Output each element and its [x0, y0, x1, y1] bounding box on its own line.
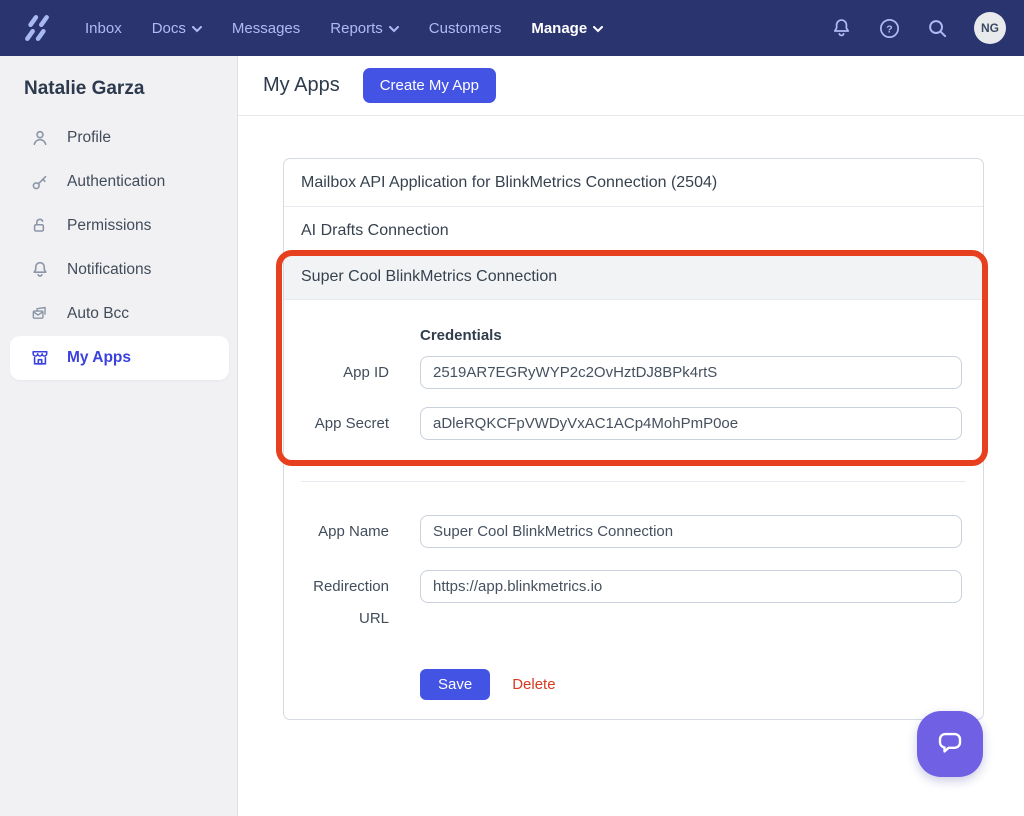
app-name-label: App Name	[301, 523, 389, 540]
section-divider	[301, 481, 966, 482]
chat-widget-button[interactable]	[917, 711, 983, 777]
sidebar-item-notifications[interactable]: Notifications	[10, 248, 229, 292]
app-name-input[interactable]	[420, 515, 962, 548]
unlock-icon	[30, 216, 50, 236]
app-row-title: Super Cool BlinkMetrics Connection	[301, 268, 557, 286]
sidebar-item-permissions[interactable]: Permissions	[10, 204, 229, 248]
key-icon	[30, 172, 50, 192]
search-icon[interactable]	[926, 17, 949, 40]
chevron-down-icon	[593, 26, 603, 33]
sidebar-item-label: Profile	[67, 129, 111, 147]
app-row-ai-drafts[interactable]: AI Drafts Connection	[284, 207, 983, 255]
svg-text:?: ?	[886, 23, 892, 35]
redirection-url-field-row: Redirection URL	[301, 570, 966, 635]
app-id-label: App ID	[301, 364, 389, 381]
nav-item-docs[interactable]: Docs	[137, 20, 217, 37]
help-question-icon[interactable]: ?	[878, 17, 901, 40]
app-settings-form: App Name Redirection URL Save Delete	[284, 515, 983, 700]
chevron-down-icon	[389, 26, 399, 33]
chat-bubble-icon	[935, 729, 965, 759]
app-secret-field-row: App Secret	[301, 407, 966, 440]
envelopes-icon	[30, 304, 50, 324]
apps-list-card: Mailbox API Application for BlinkMetrics…	[283, 158, 984, 720]
sidebar-item-profile[interactable]: Profile	[10, 116, 229, 160]
redirection-url-input[interactable]	[420, 570, 962, 603]
app-row-super-cool-expanded[interactable]: Super Cool BlinkMetrics Connection	[284, 255, 983, 300]
sidebar-nav: Profile Authentication Permissions	[0, 116, 237, 380]
sidebar-item-label: Notifications	[67, 261, 151, 279]
sidebar-item-label: Auto Bcc	[67, 305, 129, 323]
nav-item-label: Customers	[429, 20, 502, 37]
form-actions: Save Delete	[420, 669, 966, 700]
page-title: My Apps	[263, 74, 340, 97]
user-icon	[30, 128, 50, 148]
nav-item-manage[interactable]: Manage	[516, 20, 618, 37]
sidebar-item-authentication[interactable]: Authentication	[10, 160, 229, 204]
nav-item-messages[interactable]: Messages	[217, 20, 315, 37]
settings-sidebar: Natalie Garza Profile Authentication	[0, 56, 238, 816]
app-id-input[interactable]	[420, 356, 962, 389]
sidebar-item-label: Authentication	[67, 173, 165, 191]
create-my-app-button[interactable]: Create My App	[363, 68, 496, 103]
main-navigation: Inbox Docs Messages Reports Customers Ma…	[70, 20, 618, 37]
helpscout-logo-icon[interactable]	[22, 13, 52, 43]
main-content: My Apps Create My App Mailbox API Applic…	[238, 56, 1024, 816]
app-id-field-row: App ID	[301, 356, 966, 389]
app-row-mailbox-api[interactable]: Mailbox API Application for BlinkMetrics…	[284, 159, 983, 207]
navbar-right-actions: ? NG	[830, 12, 1006, 44]
nav-item-label: Inbox	[85, 20, 122, 37]
app-secret-label: App Secret	[301, 415, 389, 432]
notifications-bell-icon[interactable]	[830, 17, 853, 40]
app-secret-input[interactable]	[420, 407, 962, 440]
sidebar-item-my-apps[interactable]: My Apps	[10, 336, 229, 380]
sidebar-item-label: My Apps	[67, 349, 131, 367]
chevron-down-icon	[192, 26, 202, 33]
app-name-field-row: App Name	[301, 515, 966, 548]
app-details-panel: Credentials App ID App Secret App Name R…	[284, 327, 983, 700]
sidebar-item-label: Permissions	[67, 217, 151, 235]
redirection-url-label: Redirection URL	[301, 571, 389, 635]
top-navbar: Inbox Docs Messages Reports Customers Ma…	[0, 0, 1024, 56]
nav-item-label: Messages	[232, 20, 300, 37]
save-button[interactable]: Save	[420, 669, 490, 700]
page-header: My Apps Create My App	[238, 56, 1024, 116]
delete-link[interactable]: Delete	[512, 676, 555, 693]
nav-item-customers[interactable]: Customers	[414, 20, 517, 37]
nav-item-inbox[interactable]: Inbox	[70, 20, 137, 37]
app-row-title: AI Drafts Connection	[301, 222, 449, 240]
sidebar-user-name: Natalie Garza	[0, 56, 237, 100]
storefront-icon	[30, 348, 50, 368]
nav-item-reports[interactable]: Reports	[315, 20, 414, 37]
nav-item-label: Manage	[531, 20, 587, 37]
nav-item-label: Docs	[152, 20, 186, 37]
app-row-title: Mailbox API Application for BlinkMetrics…	[301, 174, 717, 192]
user-avatar[interactable]: NG	[974, 12, 1006, 44]
sidebar-item-auto-bcc[interactable]: Auto Bcc	[10, 292, 229, 336]
nav-item-label: Reports	[330, 20, 383, 37]
credentials-heading: Credentials	[420, 327, 983, 344]
bell-icon	[30, 260, 50, 280]
